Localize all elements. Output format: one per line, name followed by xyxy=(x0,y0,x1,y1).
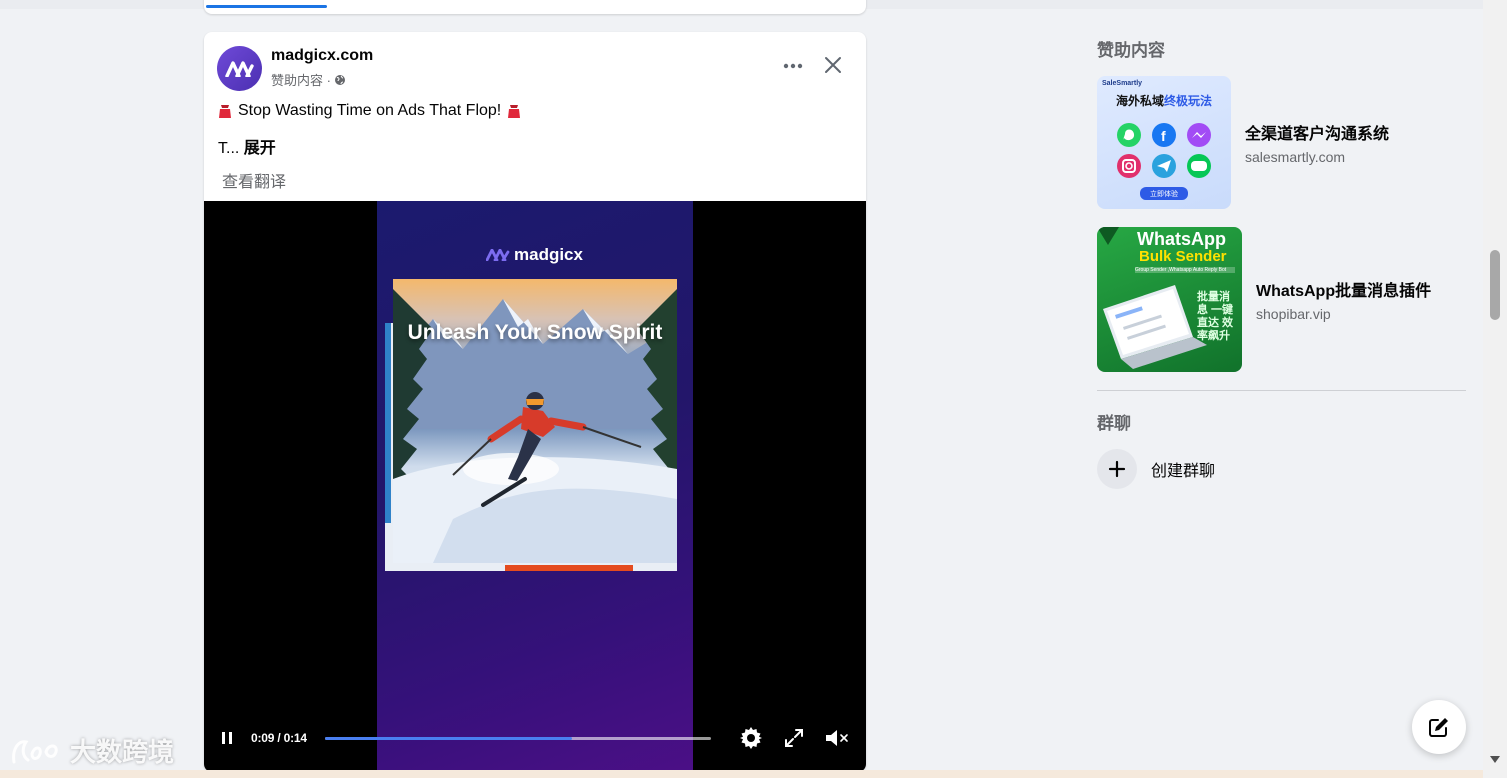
sponsored-section-title: 赞助内容 xyxy=(1097,41,1165,60)
video-controls: 0:09 / 0:14 xyxy=(204,723,866,753)
scrollbar-thumb[interactable] xyxy=(1490,250,1500,320)
madgicx-logo-icon xyxy=(224,60,254,77)
scroll-down-arrow-icon[interactable] xyxy=(1490,756,1500,763)
ad-title[interactable]: WhatsApp批量消息插件 xyxy=(1256,277,1431,301)
truncated-text: T... xyxy=(218,140,244,157)
video-headline: Unleash Your Snow Spirit xyxy=(407,321,663,344)
thumb-chars: 批量消息 一键直达 效率飙升 xyxy=(1197,291,1234,342)
more-icon xyxy=(783,63,803,69)
sidebar-ad-salesmartly[interactable]: SaleSmartly 海外私域终极玩法 f 立即体验 全渠道客户沟通系统 sa… xyxy=(1097,76,1389,209)
sidebar-ad-shopibar[interactable]: WhatsApp Bulk Sender Group Sender ,Whats… xyxy=(1097,227,1431,372)
watermark: 大数跨境 xyxy=(10,732,174,769)
pause-icon xyxy=(222,732,232,744)
post-text-truncated: T... 展开 xyxy=(218,134,276,158)
mute-icon xyxy=(826,730,848,746)
photo-accent-bar xyxy=(505,565,633,571)
active-tab-indicator xyxy=(206,5,327,8)
post-text-line: Stop Wasting Time on Ads That Flop! xyxy=(218,102,521,120)
watermark-logo-icon xyxy=(12,739,58,763)
plus-button[interactable] xyxy=(1097,449,1137,489)
skier-photo: Unleash Your Snow Spirit xyxy=(393,279,677,563)
compose-icon xyxy=(1429,718,1448,737)
ad-text: 全渠道客户沟通系统 salesmartly.com xyxy=(1245,120,1389,165)
thumb-cta: 立即体验 xyxy=(1150,191,1178,198)
close-icon xyxy=(825,57,841,73)
create-group-button[interactable]: 创建群聊 xyxy=(1097,449,1215,489)
bottom-strip xyxy=(0,770,1483,778)
see-translation-link[interactable]: 查看翻译 xyxy=(222,168,286,192)
plus-icon xyxy=(1108,460,1126,478)
ad-domain: shopibar.vip xyxy=(1256,306,1331,322)
advertiser-avatar[interactable] xyxy=(217,46,262,91)
watermark-text: 大数跨境 xyxy=(70,737,175,767)
mute-button[interactable] xyxy=(824,727,850,749)
globe-icon xyxy=(334,74,345,85)
hide-post-button[interactable] xyxy=(818,50,848,80)
video-frame: madgicx Unleash Your Snow Spirit xyxy=(377,201,693,772)
photo-accent-strip xyxy=(385,323,391,523)
group-chats-title: 群聊 xyxy=(1097,414,1131,433)
sponsored-post: madgicx.com 赞助内容 · Stop Wasting Time on … xyxy=(204,32,866,772)
see-more-link[interactable]: 展开 xyxy=(244,140,276,157)
video-progress-fill xyxy=(325,737,573,740)
fullscreen-icon xyxy=(785,729,803,747)
video-progress-bar[interactable] xyxy=(325,737,711,740)
ad-thumbnail[interactable]: SaleSmartly 海外私域终极玩法 f 立即体验 xyxy=(1097,76,1231,209)
video-brand-logo: madgicx xyxy=(486,245,583,265)
pause-button[interactable] xyxy=(218,729,236,747)
fullscreen-button[interactable] xyxy=(784,728,804,748)
video-player[interactable]: madgicx Unleash Your Snow Spirit 0:09 / … xyxy=(204,201,866,772)
post-meta: 赞助内容 · xyxy=(271,70,346,89)
create-group-label[interactable]: 创建群聊 xyxy=(1151,457,1215,481)
red-bag-emoji-icon xyxy=(219,105,231,118)
madgicx-logo-icon xyxy=(486,249,510,261)
red-bag-emoji-icon xyxy=(508,105,521,118)
svg-text:f: f xyxy=(1161,128,1166,144)
ad-title[interactable]: 全渠道客户沟通系统 xyxy=(1245,120,1389,144)
previous-post-card xyxy=(204,0,866,14)
ad-text: WhatsApp批量消息插件 shopibar.vip xyxy=(1256,277,1431,322)
page-scrollbar[interactable] xyxy=(1483,0,1507,778)
new-message-button[interactable] xyxy=(1412,700,1466,754)
advertiser-name[interactable]: madgicx.com xyxy=(271,47,373,65)
settings-button[interactable] xyxy=(739,726,763,750)
video-timestamp: 0:09 / 0:14 xyxy=(251,731,307,745)
sidebar-divider xyxy=(1097,390,1466,391)
sponsored-label[interactable]: 赞助内容 · xyxy=(271,70,331,89)
more-options-button[interactable] xyxy=(778,52,808,80)
video-brand-name: madgicx xyxy=(514,245,583,264)
ad-domain: salesmartly.com xyxy=(1245,149,1346,165)
settings-icon xyxy=(740,727,762,749)
post-headline: Stop Wasting Time on Ads That Flop! xyxy=(238,102,502,119)
ad-thumbnail[interactable]: WhatsApp Bulk Sender Group Sender ,Whats… xyxy=(1097,227,1242,372)
